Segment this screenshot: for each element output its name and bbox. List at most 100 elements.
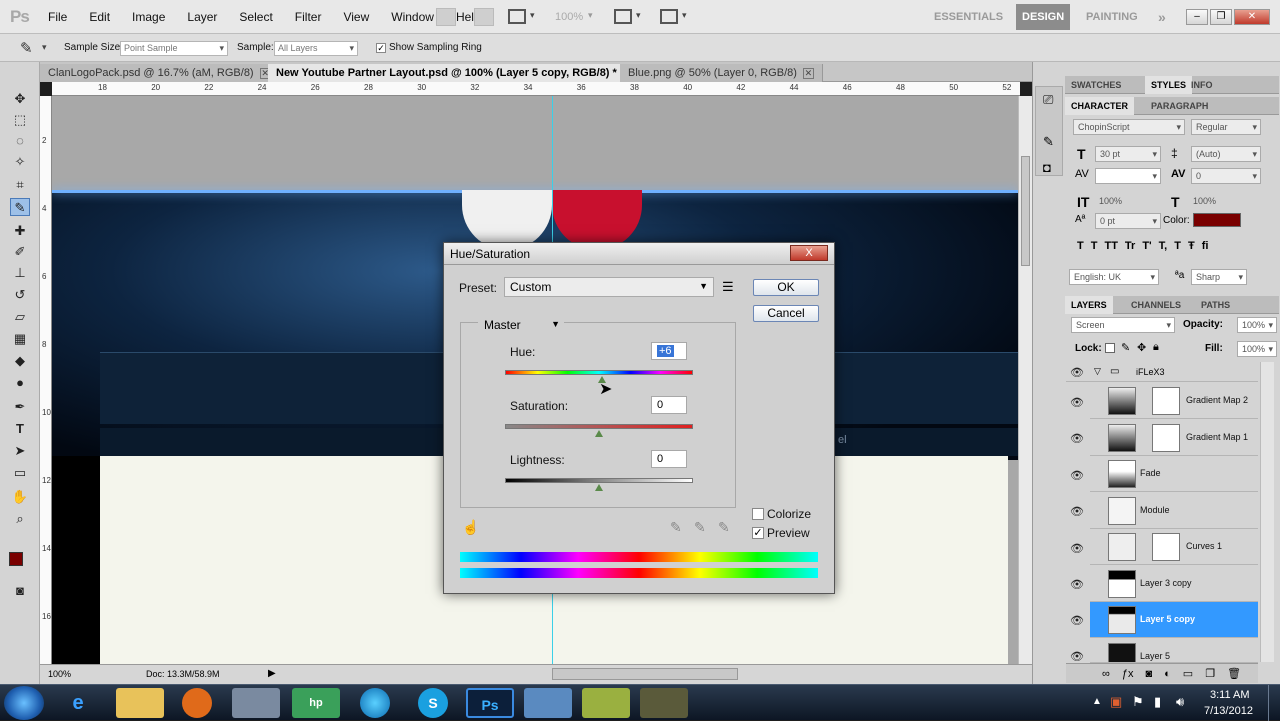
dialog-title-bar[interactable]: Hue/Saturation X [444, 243, 834, 265]
media-player-icon[interactable] [182, 688, 212, 718]
photoshop-taskbar-icon[interactable]: Ps [466, 688, 514, 718]
visibility-eye-icon[interactable]: 👁︎ [1070, 366, 1084, 379]
preset-dropdown[interactable]: Custom ▼ [504, 277, 714, 297]
mask-thumbnail[interactable] [1152, 387, 1180, 415]
font-size-dropdown[interactable]: 30 pt [1095, 146, 1161, 162]
lock-transparency-icon[interactable] [1105, 343, 1115, 353]
eyedropper-tool-icon[interactable]: ✎ [20, 39, 33, 57]
layer-row-fade[interactable]: Fade [1090, 456, 1258, 492]
close-icon[interactable]: ✕ [802, 68, 814, 79]
faux-bold-button[interactable]: T [1077, 240, 1084, 256]
mask-thumbnail[interactable] [1152, 424, 1180, 452]
type-tool-icon[interactable]: T [10, 420, 30, 438]
lightness-slider-knob[interactable] [595, 484, 603, 491]
mask-thumbnail[interactable] [1152, 533, 1180, 561]
saturation-slider-knob[interactable] [595, 430, 603, 437]
photo-viewer-icon[interactable] [524, 688, 572, 718]
show-desktop-button[interactable] [1268, 685, 1280, 721]
superscript-button[interactable]: T' [1142, 240, 1151, 256]
opacity-field[interactable]: 100% [1237, 317, 1277, 333]
visibility-eye-icon[interactable]: 👁︎ [1070, 469, 1084, 482]
screen-mode-chevron-icon[interactable]: ▾ [682, 10, 687, 21]
workspace-design[interactable]: DESIGN [1016, 4, 1071, 30]
strikethrough-button[interactable]: Ŧ [1188, 240, 1195, 256]
all-caps-button[interactable]: TT [1104, 240, 1117, 256]
language-dropdown[interactable]: English: UK [1069, 269, 1159, 285]
healing-brush-icon[interactable]: ✚ [10, 222, 30, 240]
scroll-thumb[interactable] [1021, 156, 1030, 266]
layer-row-layer-5[interactable]: Layer 5 [1090, 639, 1258, 663]
clock-time[interactable]: 3:11 AM [1210, 689, 1250, 701]
network-icon[interactable]: ▮ [1154, 694, 1161, 710]
visibility-eye-icon[interactable]: 👁︎ [1070, 505, 1084, 518]
layer-row-module[interactable]: Module [1090, 493, 1258, 529]
layer-row-layer-3-copy[interactable]: Layer 3 copy [1090, 566, 1258, 602]
eraser-tool-icon[interactable]: ▱ [10, 308, 30, 326]
path-select-icon[interactable]: ➤ [10, 442, 30, 460]
bridge-icon[interactable] [436, 8, 456, 26]
marquee-tool-icon[interactable]: ⬚ [10, 111, 30, 129]
zoom-tool-icon[interactable]: ⌕ [10, 510, 30, 528]
visibility-eye-icon[interactable]: 👁︎ [1070, 432, 1084, 445]
zoom-level[interactable]: 100% [555, 11, 583, 23]
adjustment-layer-icon[interactable]: ◐ [1164, 668, 1171, 680]
layer-row-gradient-map-1[interactable]: Gradient Map 1 [1090, 420, 1258, 456]
clock-date[interactable]: 7/13/2012 [1204, 705, 1253, 717]
tray-app-icon[interactable]: ▣ [1110, 694, 1122, 710]
channel-dropdown[interactable]: Master ▼ [478, 313, 564, 335]
visibility-eye-icon[interactable]: 👁︎ [1070, 396, 1084, 409]
globe-app-icon[interactable] [360, 688, 390, 718]
vertical-scale-value[interactable]: 100% [1099, 196, 1122, 206]
on-image-adjust-icon[interactable]: ☝ [462, 519, 479, 536]
brush-tool-icon[interactable]: ✐ [10, 243, 30, 261]
mini-bridge-icon[interactable] [474, 8, 494, 26]
visibility-eye-icon[interactable]: 👁︎ [1070, 650, 1084, 663]
cancel-button[interactable]: Cancel [753, 305, 819, 322]
view-extras-icon[interactable] [508, 9, 526, 24]
tab-paths[interactable]: PATHS [1195, 296, 1236, 314]
minimize-button[interactable]: – [1186, 9, 1208, 25]
restore-button[interactable]: ❐ [1210, 9, 1232, 25]
tab-layers[interactable]: LAYERS [1065, 296, 1113, 314]
tab-clanlogopack[interactable]: ClanLogoPack.psd @ 16.7% (aM, RGB/8) ✕ [40, 64, 280, 82]
link-layers-icon[interactable]: ∞ [1102, 668, 1110, 680]
close-app-button[interactable]: ✕ [1234, 9, 1270, 25]
horizontal-ruler[interactable]: 18 20 22 24 26 28 30 32 34 36 38 40 42 44 46 48 50 52 [52, 82, 1020, 96]
visibility-eye-icon[interactable]: 👁︎ [1070, 614, 1084, 627]
hue-slider-track[interactable] [505, 370, 693, 375]
crop-tool-icon[interactable]: ⌗ [10, 176, 30, 194]
brush-panel-icon[interactable]: ✎ [1043, 134, 1054, 150]
arrange-documents-icon[interactable] [614, 9, 632, 24]
skype-icon[interactable]: S [418, 688, 448, 718]
menu-edit[interactable]: Edit [89, 10, 110, 24]
dialog-close-button[interactable]: X [790, 245, 828, 261]
workspace-essentials[interactable]: ESSENTIALS [934, 0, 1003, 34]
lock-position-icon[interactable]: ✥ [1137, 341, 1146, 354]
vertical-scrollbar[interactable] [1018, 96, 1032, 664]
layer-row-layer-5-copy[interactable]: Layer 5 copy [1090, 602, 1258, 638]
fill-field[interactable]: 100% [1237, 341, 1277, 357]
blend-mode-dropdown[interactable]: Screen [1071, 317, 1175, 333]
new-group-icon[interactable]: ▭ [1183, 667, 1193, 680]
file-explorer-icon[interactable] [116, 688, 164, 718]
underline-button[interactable]: T [1174, 240, 1181, 256]
faux-italic-button[interactable]: T [1091, 240, 1098, 256]
font-style-dropdown[interactable]: Regular [1191, 119, 1261, 135]
menu-select[interactable]: Select [239, 10, 272, 24]
tab-paragraph[interactable]: PARAGRAPH [1145, 97, 1214, 115]
tab-blue-png[interactable]: Blue.png @ 50% (Layer 0, RGB/8) ✕ [620, 64, 823, 82]
layer-row-gradient-map-2[interactable]: Gradient Map 2 [1090, 383, 1258, 419]
text-color-swatch[interactable] [1193, 213, 1241, 227]
add-mask-icon[interactable]: ◙ [1145, 668, 1152, 680]
tray-flag-icon[interactable]: ⚑ [1132, 694, 1144, 710]
history-panel-icon[interactable]: ⎚ [1043, 92, 1053, 108]
hp-app-icon[interactable]: hp [292, 688, 340, 718]
zoom-chevron-icon[interactable]: ▾ [588, 10, 593, 21]
status-zoom[interactable]: 100% [48, 669, 71, 679]
foreground-color-swatch[interactable] [9, 552, 23, 566]
small-caps-button[interactable]: Tr [1125, 240, 1135, 256]
new-layer-icon[interactable]: ❐ [1205, 667, 1215, 680]
lasso-tool-icon[interactable]: ◌ [10, 132, 30, 150]
pen-tool-icon[interactable]: ✒ [10, 398, 30, 416]
group-expand-chevron-icon[interactable]: ▽ [1094, 366, 1101, 377]
